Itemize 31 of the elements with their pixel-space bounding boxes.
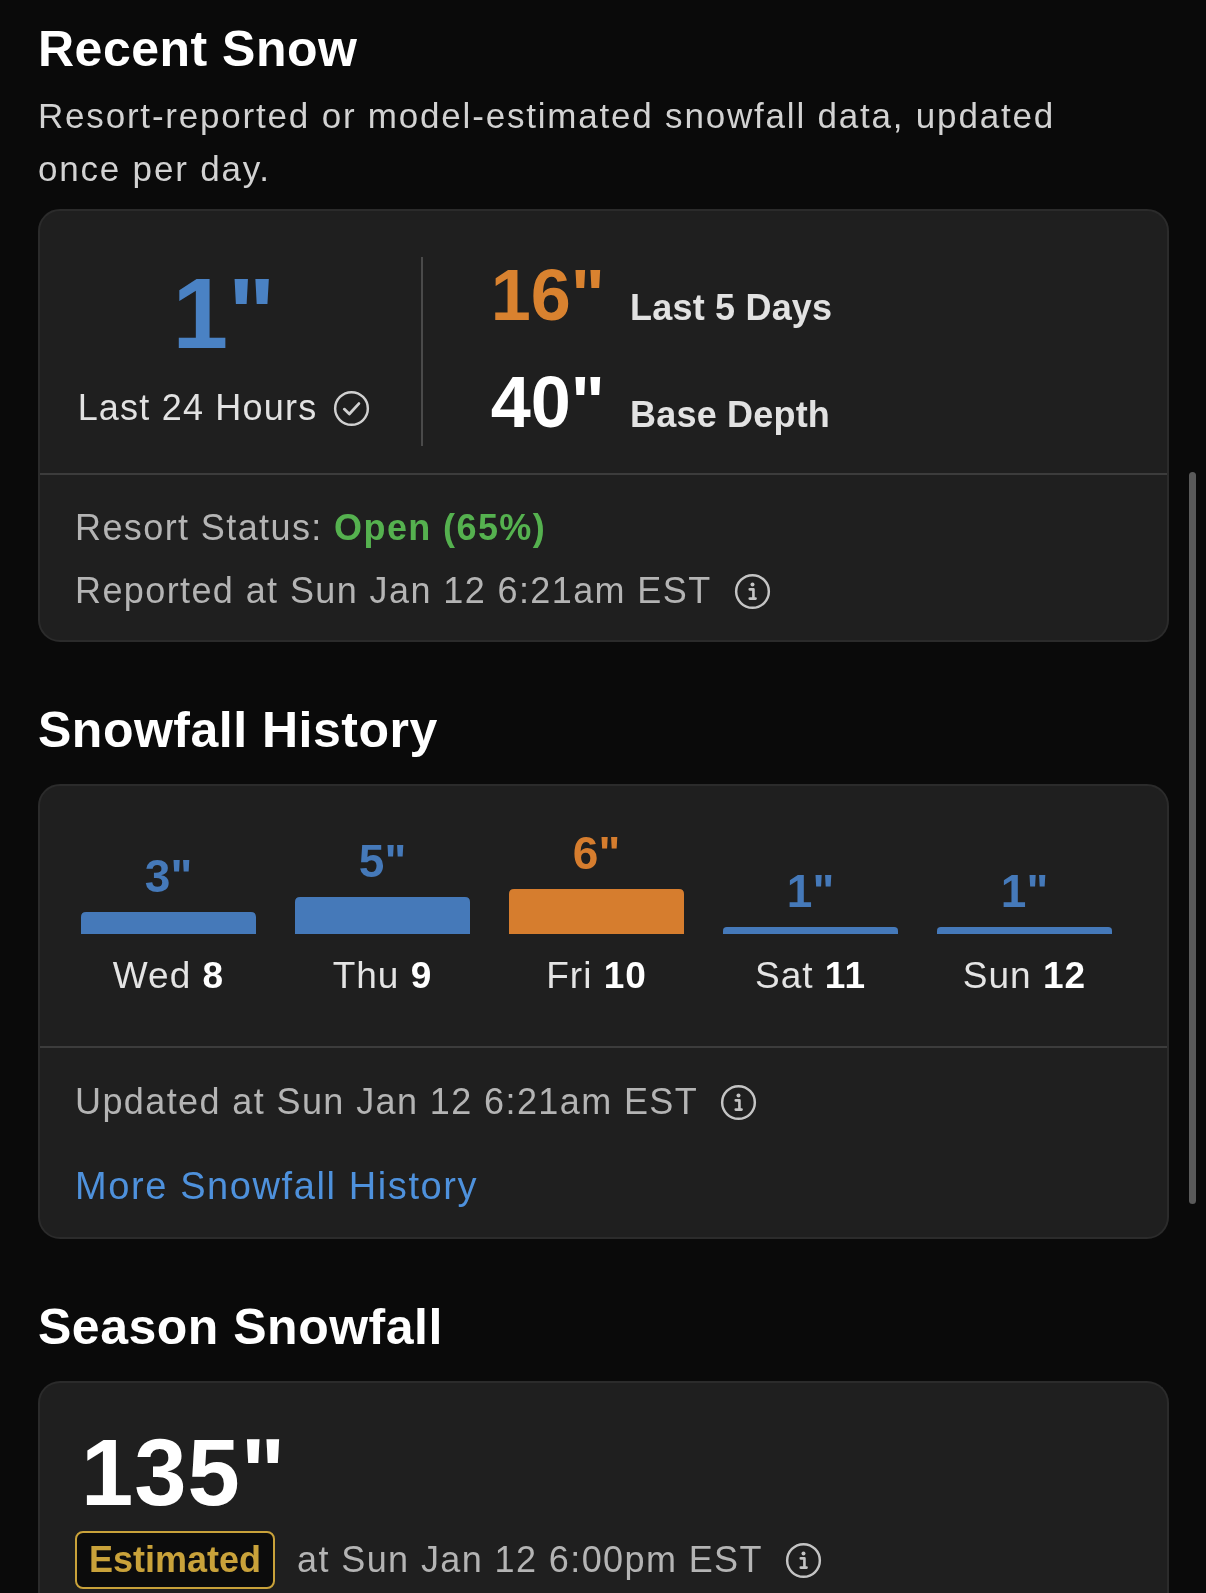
info-icon[interactable] — [720, 1083, 758, 1121]
day-label: Sun 12 — [962, 954, 1087, 998]
stat-label: Base Depth — [630, 393, 831, 437]
stat-label: Last 5 Days — [630, 286, 833, 330]
section-title: Season Snowfall — [38, 1298, 443, 1357]
section-description: Resort-reported or model-estimated snowfall data, updated once per day. — [38, 95, 1056, 190]
season-total: 135" — [81, 1426, 288, 1520]
check-circle-icon — [333, 389, 371, 427]
info-icon[interactable] — [733, 572, 771, 610]
stat-label: Last 24 Hours — [77, 386, 318, 430]
resort-status: Resort Status: Open (65%) — [75, 506, 548, 550]
snowfall-value: 1" — [172, 263, 276, 363]
more-history-link[interactable]: More Snowfall History — [75, 1164, 479, 1208]
estimate-time: at Sun Jan 12 6:00pm EST — [297, 1538, 763, 1582]
section-title: Recent Snow — [38, 20, 358, 79]
section-title: Snowfall History — [38, 701, 438, 760]
bar-value-label: 1" — [786, 867, 835, 914]
stat-value: 40" — [489, 366, 605, 438]
day-label: Thu 9 — [332, 954, 433, 998]
bar-value-label: 3" — [144, 852, 193, 899]
update-time: Updated at Sun Jan 12 6:21am EST — [75, 1080, 699, 1124]
day-label: Wed 8 — [112, 954, 225, 998]
stat-value: 16" — [489, 259, 605, 331]
day-label: Fri 10 — [546, 954, 647, 998]
bar-value-label: 1" — [1000, 867, 1049, 914]
day-label: Sat 11 — [755, 954, 866, 998]
info-icon[interactable] — [784, 1541, 822, 1579]
report-time: Reported at Sun Jan 12 6:21am EST — [75, 569, 712, 613]
bar-value-label: 6" — [572, 830, 621, 876]
bar-value-label: 5" — [358, 837, 407, 884]
estimated-badge: Estimated — [75, 1531, 276, 1589]
